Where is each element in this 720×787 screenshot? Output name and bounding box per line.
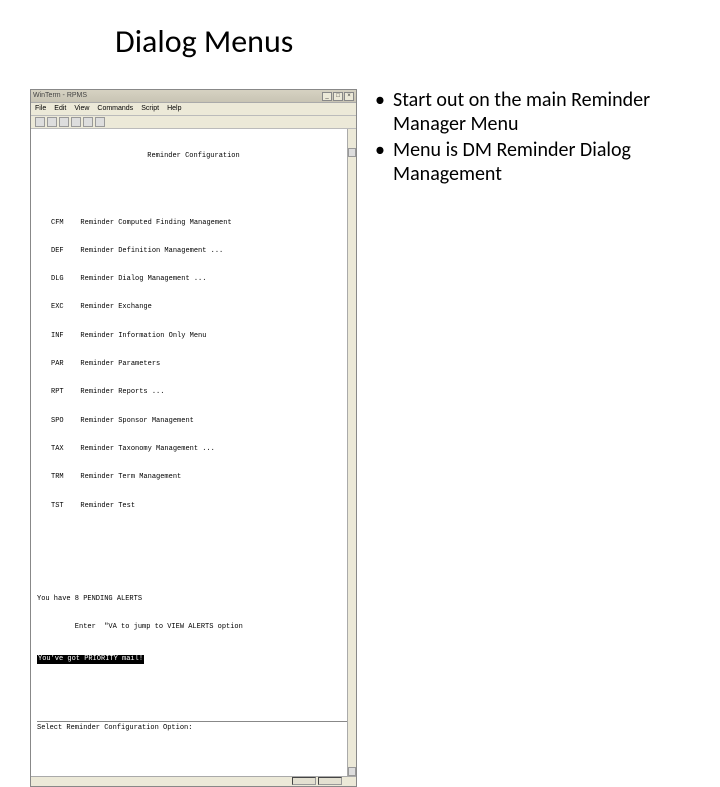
window-controls: _ □ ×	[322, 92, 354, 101]
bullet-item-2: Menu is DM Reminder Dialog Management	[375, 139, 690, 186]
toolbar-icon-6[interactable]	[95, 117, 105, 127]
menu-item-inf: INF Reminder Information Only Menu	[51, 332, 350, 341]
terminal-body[interactable]: Reminder Configuration CFM Reminder Comp…	[31, 129, 356, 776]
alert-section: You have 8 PENDING ALERTS Enter "VA to j…	[37, 576, 350, 683]
menu-item-trm: TRM Reminder Term Management	[51, 473, 350, 482]
bullet-list: Start out on the main Reminder Manager M…	[363, 89, 690, 189]
minimize-icon[interactable]: _	[322, 92, 332, 101]
menu-item-tax: TAX Reminder Taxonomy Management ...	[51, 445, 350, 454]
menu-item-tst: TST Reminder Test	[51, 502, 350, 511]
scrollbar-down-icon[interactable]	[348, 767, 356, 776]
menu-item-list: CFM Reminder Computed Finding Management…	[51, 200, 350, 530]
menu-item-dlg: DLG Reminder Dialog Management ...	[51, 275, 350, 284]
menu-edit[interactable]: Edit	[54, 105, 66, 113]
status-bar	[31, 776, 356, 786]
status-cell-2	[318, 777, 342, 785]
menu-item-cfm: CFM Reminder Computed Finding Management	[51, 219, 350, 228]
content-area: WinTerm - RPMS _ □ × File Edit View Comm…	[0, 61, 720, 787]
title-bar: WinTerm - RPMS _ □ ×	[31, 90, 356, 103]
close-icon[interactable]: ×	[344, 92, 354, 101]
toolbar-icon-4[interactable]	[71, 117, 81, 127]
menu-item-rpt: RPT Reminder Reports ...	[51, 388, 350, 397]
toolbar	[31, 116, 356, 129]
terminal-window: WinTerm - RPMS _ □ × File Edit View Comm…	[30, 89, 357, 787]
toolbar-icon-1[interactable]	[35, 117, 45, 127]
slide-title: Dialog Menus	[0, 0, 720, 61]
menu-item-def: DEF Reminder Definition Management ...	[51, 247, 350, 256]
menu-bar: File Edit View Commands Script Help	[31, 103, 356, 116]
maximize-icon[interactable]: □	[333, 92, 343, 101]
toolbar-icon-2[interactable]	[47, 117, 57, 127]
alerts-line-1: You have 8 PENDING ALERTS	[37, 595, 350, 604]
priority-mail-highlight: You've got PRIORITY mail!	[37, 655, 144, 664]
menu-help[interactable]: Help	[167, 105, 181, 113]
menu-script[interactable]: Script	[141, 105, 159, 113]
toolbar-icon-3[interactable]	[59, 117, 69, 127]
toolbar-icon-5[interactable]	[83, 117, 93, 127]
menu-commands[interactable]: Commands	[97, 105, 133, 113]
menu-view[interactable]: View	[74, 105, 89, 113]
window-title: WinTerm - RPMS	[33, 92, 87, 100]
scrollbar[interactable]	[347, 129, 356, 776]
scrollbar-up-icon[interactable]	[348, 148, 356, 157]
menu-item-spo: SPO Reminder Sponsor Management	[51, 417, 350, 426]
bullet-item-1: Start out on the main Reminder Manager M…	[375, 89, 690, 136]
menu-item-exc: EXC Reminder Exchange	[51, 303, 350, 312]
prompt-line[interactable]: Select Reminder Configuration Option:	[37, 721, 350, 733]
terminal-heading: Reminder Configuration	[37, 152, 350, 161]
alerts-line-2: Enter "VA to jump to VIEW ALERTS option	[37, 623, 350, 632]
menu-file[interactable]: File	[35, 105, 46, 113]
menu-item-par: PAR Reminder Parameters	[51, 360, 350, 369]
status-cell-1	[292, 777, 316, 785]
